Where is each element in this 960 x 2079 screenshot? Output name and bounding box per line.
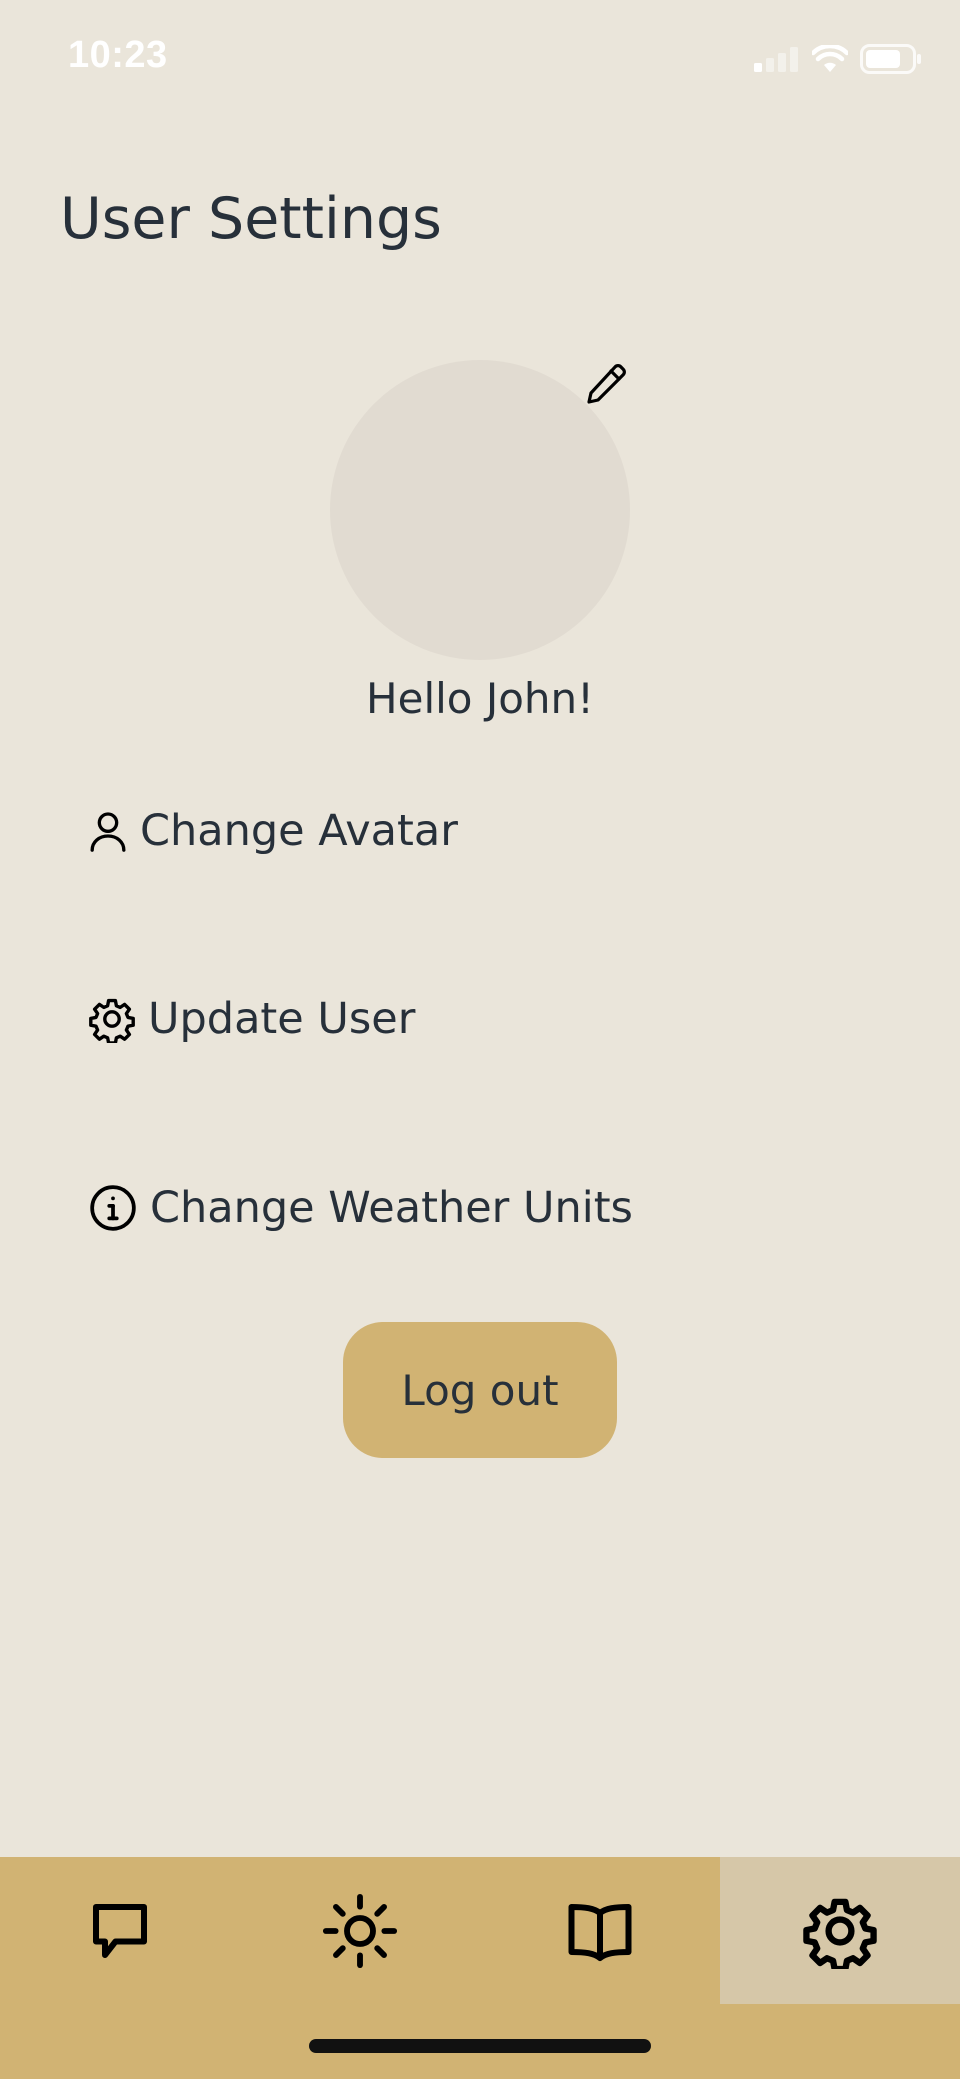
edit-avatar-button[interactable] (580, 358, 632, 410)
info-icon (88, 1183, 138, 1233)
page-title: User Settings (60, 186, 442, 252)
gear-icon (803, 1898, 877, 1969)
status-time: 10:23 (68, 34, 168, 76)
sun-icon (322, 1893, 398, 1968)
tab-journal[interactable] (480, 1857, 720, 2004)
book-icon (568, 1903, 632, 1961)
battery-icon (860, 44, 921, 74)
status-icons (754, 44, 922, 74)
user-icon (88, 809, 128, 853)
update-user-button[interactable]: Update User (88, 994, 415, 1044)
pencil-icon (587, 364, 626, 404)
bottom-tab-bar (0, 1857, 960, 2079)
change-weather-units-label: Change Weather Units (150, 1183, 633, 1233)
gear-icon (88, 995, 136, 1043)
wifi-icon (812, 45, 848, 72)
signal-icon (754, 47, 798, 72)
logout-button[interactable]: Log out (343, 1322, 617, 1458)
tab-settings[interactable] (720, 1857, 960, 2004)
tab-chat[interactable] (0, 1857, 240, 2004)
home-indicator (309, 2039, 651, 2053)
change-avatar-button[interactable]: Change Avatar (88, 806, 458, 856)
greeting: Hello John! (366, 674, 594, 723)
chat-bubble-icon (93, 1903, 147, 1958)
change-avatar-label: Change Avatar (140, 806, 458, 856)
change-weather-units-button[interactable]: Change Weather Units (88, 1183, 633, 1233)
update-user-label: Update User (148, 994, 416, 1044)
tab-weather[interactable] (240, 1857, 480, 2004)
